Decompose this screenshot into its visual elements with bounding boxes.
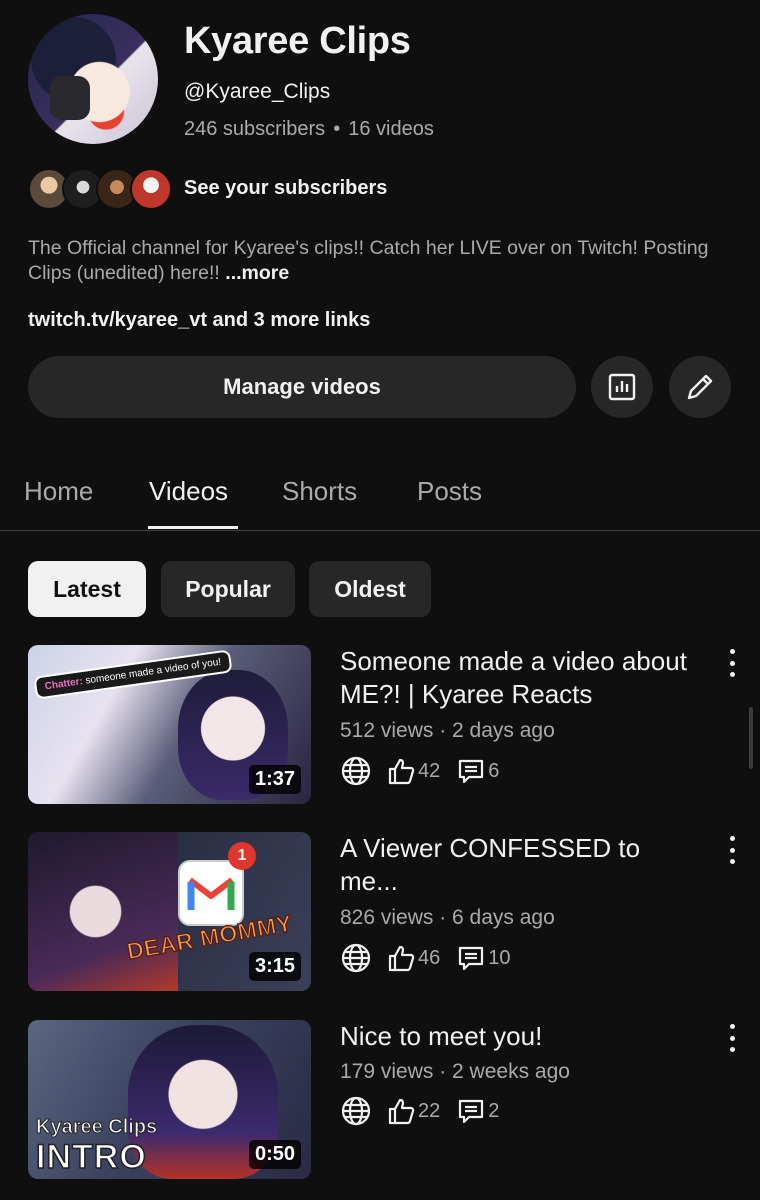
scrollbar[interactable] bbox=[749, 707, 753, 769]
video-stats: 22 2 bbox=[340, 1095, 499, 1127]
tab-posts[interactable]: Posts bbox=[417, 476, 482, 507]
globe-icon bbox=[341, 1096, 371, 1126]
video-stats: 42 6 bbox=[340, 755, 499, 787]
video-meta: 512 views · 2 days ago bbox=[340, 719, 555, 742]
thumbs-up-icon bbox=[388, 1098, 415, 1125]
filter-popular[interactable]: Popular bbox=[161, 561, 295, 617]
video-title[interactable]: A Viewer CONFESSED to me... bbox=[340, 832, 700, 898]
description-more-link[interactable]: ...more bbox=[225, 262, 289, 284]
subscriber-count: 246 subscribers bbox=[184, 118, 326, 140]
thumbs-up-icon bbox=[388, 758, 415, 785]
subscriber-avatar bbox=[130, 168, 172, 210]
edit-channel-button[interactable] bbox=[669, 356, 731, 418]
video-duration: 1:37 bbox=[248, 765, 301, 794]
description-text: The Official channel for Kyaree's clips!… bbox=[28, 237, 709, 284]
more-options-icon[interactable] bbox=[720, 1024, 744, 1052]
stats-separator: • bbox=[333, 118, 341, 140]
pencil-icon bbox=[687, 374, 713, 400]
globe-icon bbox=[341, 756, 371, 786]
video-duration: 3:15 bbox=[248, 952, 301, 981]
video-count: 16 videos bbox=[348, 118, 434, 140]
tab-videos[interactable]: Videos bbox=[149, 476, 228, 507]
video-thumbnail[interactable]: 1 DEAR MOMMY 3:15 bbox=[28, 832, 311, 991]
analytics-button[interactable] bbox=[591, 356, 653, 418]
video-duration: 0:50 bbox=[248, 1140, 301, 1169]
tab-shorts[interactable]: Shorts bbox=[282, 476, 357, 507]
comment-icon bbox=[459, 946, 484, 971]
thumbnail-brand-text: Kyaree Clips bbox=[35, 1116, 158, 1139]
channel-stats: 246 subscribers • 16 videos bbox=[184, 118, 434, 141]
channel-description[interactable]: The Official channel for Kyaree's clips!… bbox=[28, 236, 738, 286]
analytics-icon bbox=[608, 373, 636, 401]
channel-tabs: Home Videos Shorts Posts bbox=[0, 470, 760, 531]
like-count: 46 bbox=[418, 946, 441, 969]
filter-latest[interactable]: Latest bbox=[28, 561, 146, 617]
comment-count: 2 bbox=[488, 1099, 500, 1122]
video-title[interactable]: Nice to meet you! bbox=[340, 1020, 700, 1053]
see-subscribers-link[interactable]: See your subscribers bbox=[184, 177, 387, 200]
subscriber-avatars[interactable] bbox=[28, 168, 178, 210]
comment-icon bbox=[459, 1099, 484, 1124]
manage-videos-button[interactable]: Manage videos bbox=[28, 356, 576, 418]
comment-count: 6 bbox=[488, 759, 500, 782]
channel-links[interactable]: twitch.tv/kyaree_vt and 3 more links bbox=[28, 309, 370, 332]
channel-name: Kyaree Clips bbox=[184, 20, 411, 62]
thumbnail-overlay-text: INTRO bbox=[35, 1137, 147, 1177]
channel-handle: @Kyaree_Clips bbox=[184, 80, 331, 103]
video-thumbnail[interactable]: Chatter: someone made a video of you! 1:… bbox=[28, 645, 311, 804]
video-meta: 179 views · 2 weeks ago bbox=[340, 1060, 570, 1083]
video-item[interactable]: 1 DEAR MOMMY 3:15 A Viewer CONFESSED to … bbox=[0, 832, 760, 994]
active-tab-indicator bbox=[148, 526, 238, 529]
comment-icon bbox=[459, 759, 484, 784]
notification-badge: 1 bbox=[228, 842, 256, 870]
mail-icon bbox=[178, 860, 244, 926]
video-item[interactable]: Chatter: someone made a video of you! 1:… bbox=[0, 645, 760, 807]
globe-icon bbox=[341, 943, 371, 973]
like-count: 22 bbox=[418, 1099, 441, 1122]
thumbs-up-icon bbox=[388, 945, 415, 972]
video-title[interactable]: Someone made a video about ME?! | Kyaree… bbox=[340, 645, 700, 711]
comment-count: 10 bbox=[488, 946, 511, 969]
video-thumbnail[interactable]: Kyaree Clips INTRO 0:50 bbox=[28, 1020, 311, 1179]
channel-avatar[interactable] bbox=[28, 14, 158, 144]
more-options-icon[interactable] bbox=[720, 836, 744, 864]
like-count: 42 bbox=[418, 759, 441, 782]
video-item[interactable]: Kyaree Clips INTRO 0:50 Nice to meet you… bbox=[0, 1020, 760, 1182]
filter-oldest[interactable]: Oldest bbox=[309, 561, 431, 617]
tab-home[interactable]: Home bbox=[24, 476, 93, 507]
video-meta: 826 views · 6 days ago bbox=[340, 906, 555, 929]
video-stats: 46 10 bbox=[340, 942, 511, 974]
more-options-icon[interactable] bbox=[720, 649, 744, 677]
